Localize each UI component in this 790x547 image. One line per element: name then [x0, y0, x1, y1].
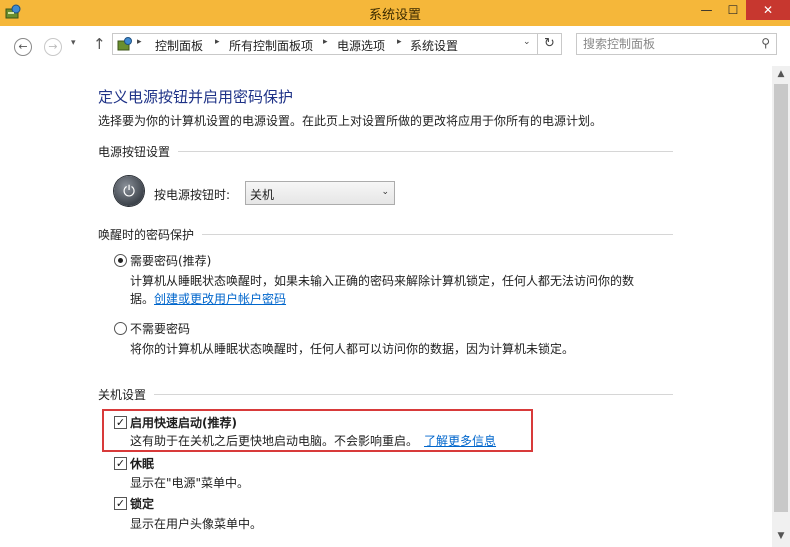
recent-locations-button[interactable]: ▾	[71, 38, 76, 48]
chevron-down-icon: ⌄	[381, 187, 389, 197]
vertical-scrollbar[interactable]: ▲ ▼	[772, 66, 790, 547]
hibernate-label[interactable]: 休眠	[130, 455, 154, 472]
search-box: ⚲	[576, 33, 777, 55]
page-title: 定义电源按钮并启用密码保护	[98, 88, 294, 106]
no-password-desc: 将你的计算机从睡眠状态唤醒时，任何人都可以访问你的数据，因为计算机未锁定。	[130, 342, 575, 356]
section-divider	[98, 151, 673, 152]
scroll-up-arrow-icon[interactable]: ▲	[772, 66, 790, 82]
breadcrumb-control-panel[interactable]: 控制面板	[155, 37, 203, 54]
breadcrumb[interactable]: ▸ 控制面板 ▸ 所有控制面板项 ▸ 电源选项 ▸ 系统设置 ⌄	[112, 33, 538, 55]
up-button[interactable]: ↑	[93, 35, 106, 53]
power-icon: ⏻	[114, 176, 144, 206]
hibernate-desc: 显示在"电源"菜单中。	[130, 476, 250, 490]
require-password-desc: 计算机从睡眠状态唤醒时，如果未输入正确的密码来解除计算机锁定，任何人都无法访问你…	[130, 274, 635, 288]
scroll-down-arrow-icon[interactable]: ▼	[772, 528, 790, 544]
control-panel-icon	[117, 37, 132, 51]
forward-button[interactable]: →	[44, 38, 62, 56]
desc-prefix: 据。	[130, 292, 155, 306]
address-dropdown-icon[interactable]: ⌄	[523, 37, 531, 47]
minimize-button[interactable]: —	[693, 0, 720, 20]
breadcrumb-separator-icon[interactable]: ▸	[137, 37, 142, 47]
breadcrumb-power-options[interactable]: 电源选项	[337, 37, 385, 54]
maximize-button[interactable]: ☐	[720, 0, 746, 20]
select-value: 关机	[250, 188, 275, 202]
section-divider	[98, 394, 673, 395]
main-content: 定义电源按钮并启用密码保护 选择要为你的计算机设置的电源设置。在此页上对设置所做…	[0, 66, 772, 547]
address-toolbar: ← → ▾ ↑ ▸ 控制面板 ▸ 所有控制面板项 ▸ 电源选项 ▸ 系统设置 ⌄…	[0, 24, 790, 66]
no-password-radio[interactable]	[114, 322, 127, 335]
breadcrumb-system-settings[interactable]: 系统设置	[410, 37, 458, 54]
no-password-label[interactable]: 不需要密码	[130, 320, 190, 337]
lock-checkbox[interactable]: ✓	[114, 497, 127, 510]
section-title: 唤醒时的密码保护	[98, 226, 203, 243]
title-bar: 系统设置 — ☐ ✕	[0, 0, 790, 24]
require-password-desc-cont: 据。创建或更改用户帐户密码	[130, 290, 286, 307]
search-icon[interactable]: ⚲	[761, 36, 770, 50]
search-input[interactable]	[583, 36, 753, 52]
breadcrumb-separator-icon[interactable]: ▸	[323, 37, 328, 47]
require-password-radio[interactable]	[114, 254, 127, 267]
refresh-button[interactable]: ↻	[538, 33, 562, 55]
power-button-section-header: 电源按钮设置	[98, 143, 673, 160]
scroll-thumb[interactable]	[774, 84, 788, 512]
fast-startup-highlight-box	[102, 409, 533, 452]
breadcrumb-separator-icon[interactable]: ▸	[397, 37, 402, 47]
change-password-link[interactable]: 创建或更改用户帐户密码	[154, 292, 286, 306]
section-title: 关机设置	[98, 386, 155, 403]
lock-label[interactable]: 锁定	[130, 495, 154, 512]
breadcrumb-separator-icon[interactable]: ▸	[215, 37, 220, 47]
power-glyph: ⏻	[123, 182, 135, 200]
power-button-label: 按电源按钮时:	[154, 188, 231, 202]
section-title: 电源按钮设置	[98, 143, 179, 160]
window-title: 系统设置	[368, 8, 421, 23]
lock-desc: 显示在用户头像菜单中。	[130, 517, 263, 531]
wake-password-section-header: 唤醒时的密码保护	[98, 226, 673, 243]
hibernate-checkbox[interactable]: ✓	[114, 457, 127, 470]
page-description: 选择要为你的计算机设置的电源设置。在此页上对设置所做的更改将应用于你所有的电源计…	[98, 114, 603, 128]
breadcrumb-all-items[interactable]: 所有控制面板项	[229, 37, 313, 54]
close-button[interactable]: ✕	[746, 0, 790, 20]
back-button[interactable]: ←	[14, 38, 32, 56]
power-button-action-select[interactable]: 关机 ⌄	[245, 181, 395, 205]
require-password-label[interactable]: 需要密码(推荐)	[130, 252, 211, 269]
shutdown-section-header: 关机设置	[98, 386, 673, 403]
